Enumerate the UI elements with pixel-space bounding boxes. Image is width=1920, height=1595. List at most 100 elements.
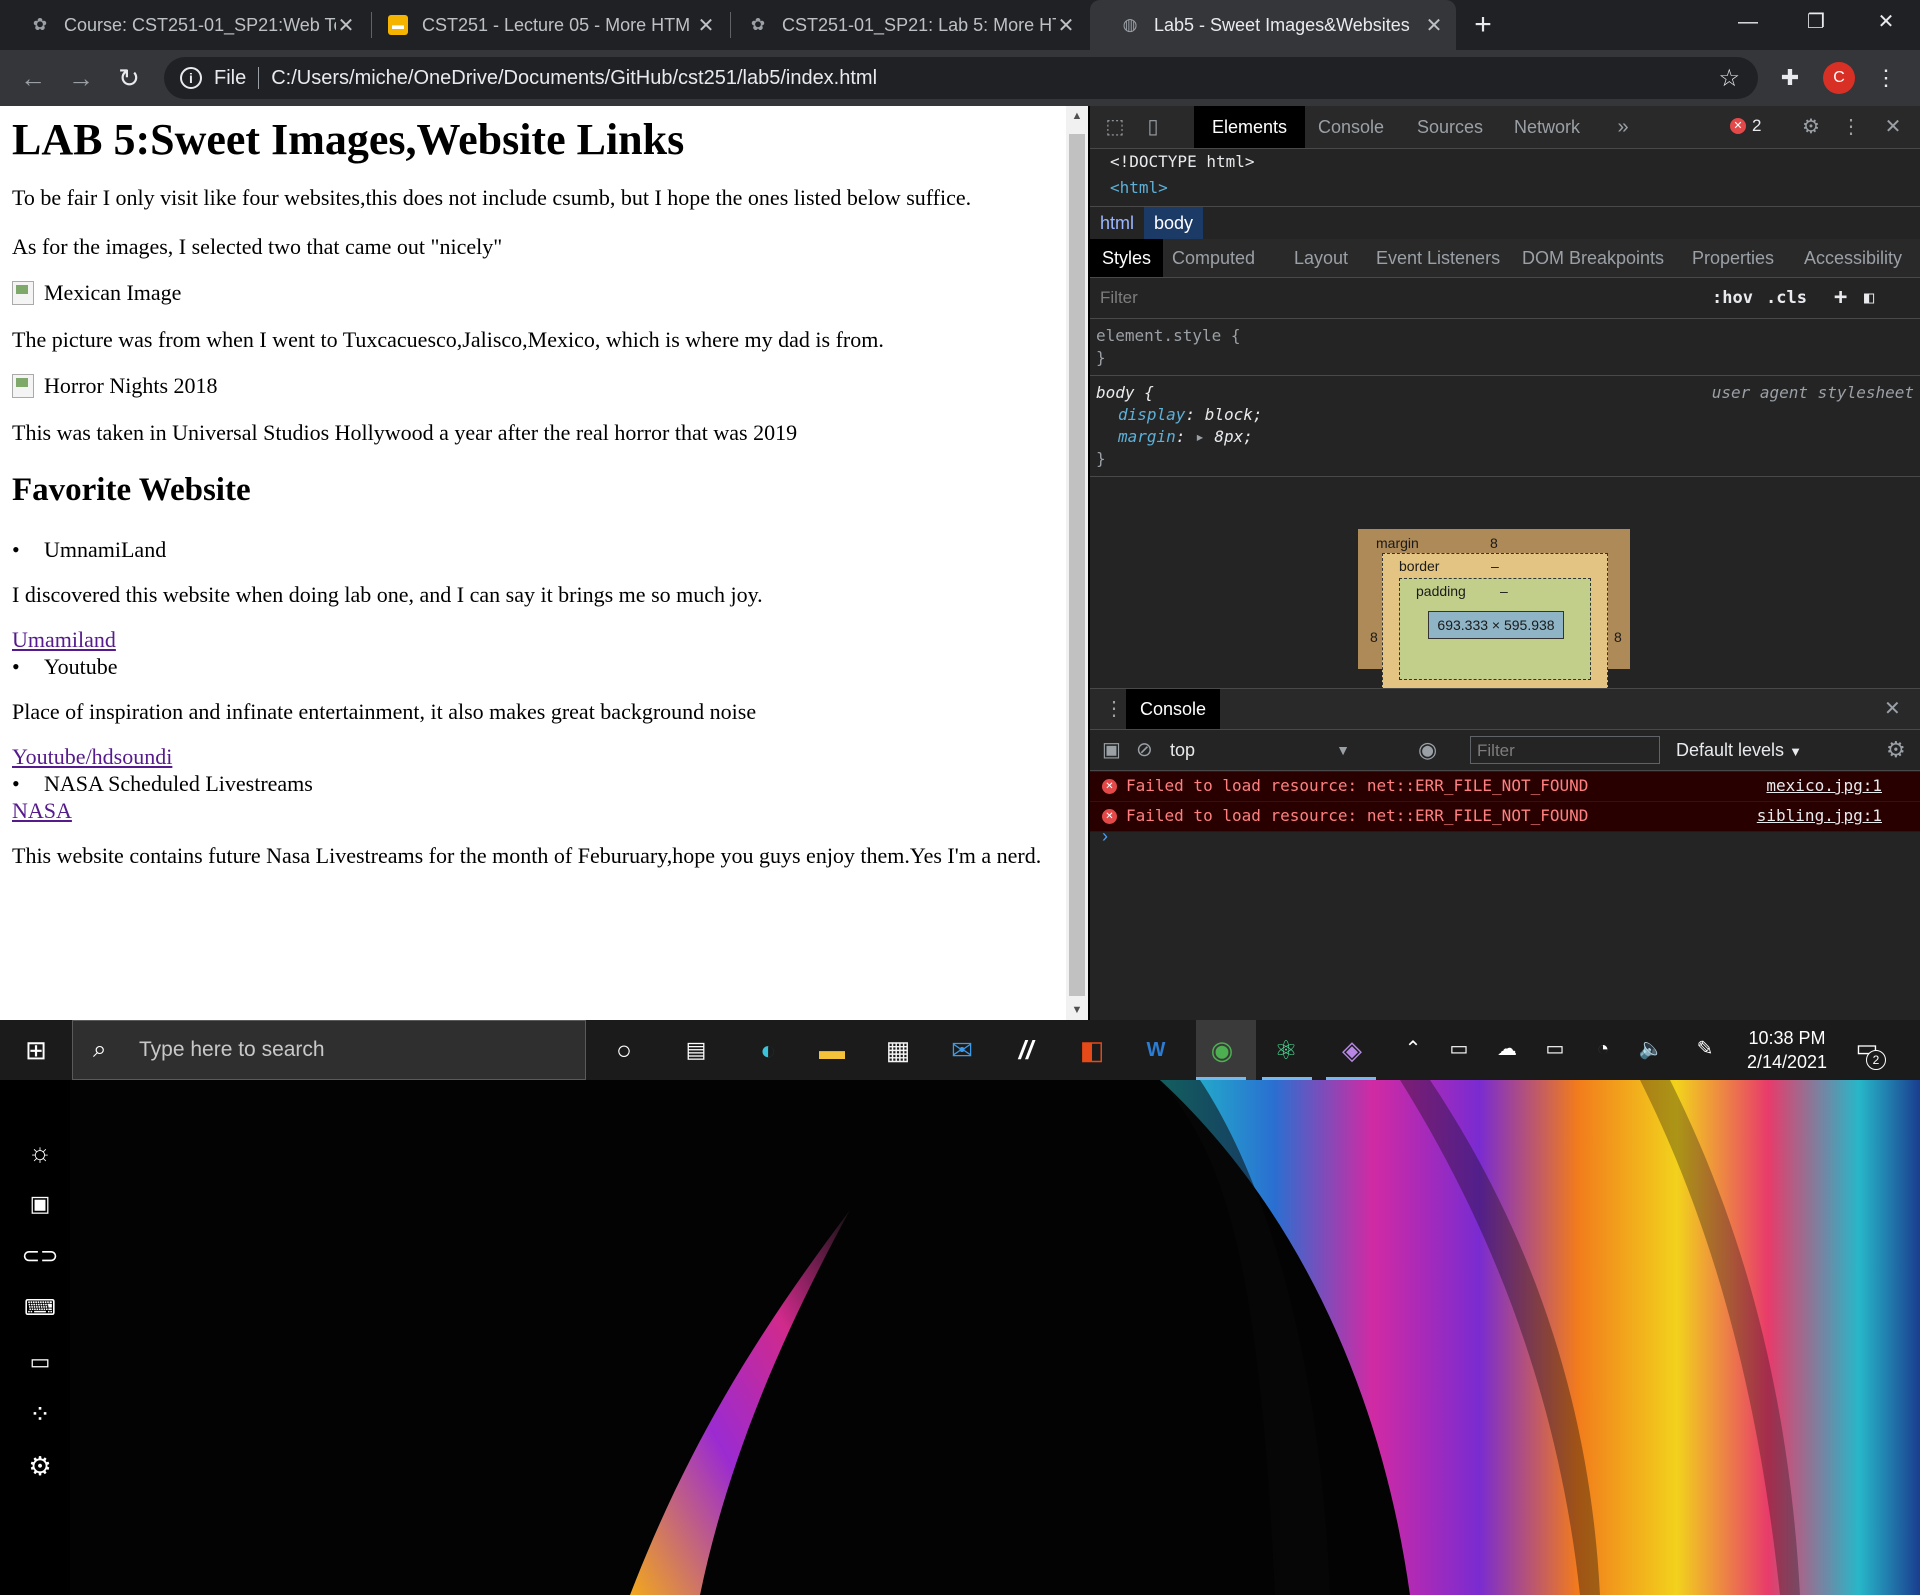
- office-icon[interactable]: ◧: [1072, 1030, 1112, 1070]
- wifi-icon[interactable]: ◔: [1588, 1034, 1618, 1064]
- dom-node-html[interactable]: <html>: [1090, 175, 1920, 201]
- task-view-icon[interactable]: ▤: [676, 1030, 716, 1070]
- drawer-menu-icon[interactable]: ⋮: [1104, 689, 1124, 729]
- tab-lab5-assignment[interactable]: ✿ CST251-01_SP21: Lab 5: More HT ✕: [718, 0, 1088, 50]
- taskbar-search-input[interactable]: ⌕ Type here to search: [72, 1020, 586, 1080]
- app-icon[interactable]: //: [1006, 1030, 1046, 1070]
- scroll-down-icon[interactable]: ▼: [1066, 1000, 1088, 1020]
- taskbar-clock[interactable]: 10:38 PM 2/14/2021: [1732, 1026, 1842, 1074]
- scrollbar-thumb[interactable]: [1069, 134, 1085, 996]
- device-toolbar-icon[interactable]: ▯: [1140, 114, 1166, 140]
- error-count-badge[interactable]: ✕ 2: [1730, 116, 1761, 136]
- close-tab-icon[interactable]: ✕: [696, 13, 716, 38]
- windows-start-icon[interactable]: ⊞: [16, 1030, 56, 1070]
- padding-value[interactable]: –: [1500, 583, 1508, 599]
- tab-sources[interactable]: Sources: [1417, 106, 1483, 148]
- tab-properties[interactable]: Properties: [1692, 239, 1774, 277]
- toggle-sidebar-icon[interactable]: ◧: [1864, 278, 1874, 318]
- styles-filter-input[interactable]: Filter: [1100, 278, 1138, 318]
- devtools-menu-icon[interactable]: ⋮: [1838, 114, 1864, 140]
- tab-lab5-page[interactable]: ◍ Lab5 - Sweet Images&Websites ✕: [1090, 0, 1456, 50]
- console-settings-gear-icon[interactable]: ⚙: [1886, 736, 1906, 764]
- volume-icon[interactable]: 🔈: [1636, 1034, 1666, 1064]
- tab-computed[interactable]: Computed: [1172, 239, 1255, 277]
- brightness-sun-icon[interactable]: ☼: [20, 1132, 60, 1172]
- close-tab-icon[interactable]: ✕: [336, 13, 356, 38]
- error-source-link[interactable]: mexico.jpg:1: [1766, 772, 1882, 800]
- edge-browser-icon[interactable]: ◐: [748, 1030, 788, 1070]
- more-tabs-chevron-icon[interactable]: »: [1610, 114, 1636, 140]
- close-devtools-icon[interactable]: ✕: [1880, 114, 1906, 140]
- close-window-icon[interactable]: ✕: [1852, 0, 1920, 44]
- scroll-up-icon[interactable]: ▲: [1066, 106, 1088, 126]
- back-arrow-icon[interactable]: ←: [16, 61, 50, 95]
- settings-gear-icon[interactable]: ⚙: [1798, 114, 1824, 140]
- minimize-icon[interactable]: —: [1714, 0, 1782, 44]
- site-link-youtube[interactable]: Youtube/hdsoundi: [12, 744, 172, 769]
- screenshot-icon[interactable]: ▣: [20, 1184, 60, 1224]
- file-explorer-icon[interactable]: ▬: [812, 1030, 852, 1070]
- apps-dots-icon[interactable]: ⁘: [20, 1394, 60, 1434]
- declaration-display[interactable]: display: block;: [1096, 404, 1914, 426]
- new-tab-plus-icon[interactable]: +: [1466, 8, 1500, 42]
- cortana-icon[interactable]: ○: [604, 1030, 644, 1070]
- meet-now-icon[interactable]: ▭: [1444, 1034, 1474, 1064]
- rule-selector[interactable]: body {: [1096, 383, 1154, 402]
- console-sidebar-icon[interactable]: ▣: [1102, 736, 1121, 764]
- tab-event-listeners[interactable]: Event Listeners: [1376, 239, 1500, 277]
- site-info-icon[interactable]: i: [180, 67, 202, 89]
- reload-icon[interactable]: ↻: [112, 61, 146, 95]
- close-tab-icon[interactable]: ✕: [1424, 13, 1444, 38]
- menu-kebab-icon[interactable]: ⋮: [1870, 62, 1902, 94]
- cls-button[interactable]: .cls: [1766, 278, 1807, 318]
- close-drawer-icon[interactable]: ✕: [1884, 689, 1901, 729]
- rule-selector[interactable]: element.style {: [1096, 325, 1914, 347]
- site-link-nasa[interactable]: NASA: [12, 798, 72, 823]
- word-icon[interactable]: W: [1136, 1030, 1176, 1070]
- tab-lecture[interactable]: ▬ CST251 - Lecture 05 - More HTM ✕: [358, 0, 728, 50]
- tab-course[interactable]: ✿ Course: CST251-01_SP21:Web To ✕: [0, 0, 368, 50]
- context-selector[interactable]: top ▼: [1170, 736, 1356, 764]
- content-size[interactable]: 693.333 × 595.938: [1428, 611, 1564, 639]
- console-filter-input[interactable]: Filter: [1470, 736, 1660, 764]
- tab-styles[interactable]: Styles: [1090, 239, 1164, 277]
- mail-icon[interactable]: ✉: [942, 1030, 982, 1070]
- laptop-icon[interactable]: ▭: [20, 1342, 60, 1382]
- page-scrollbar[interactable]: ▲ ▼: [1066, 106, 1088, 1020]
- new-rule-plus-icon[interactable]: +: [1834, 278, 1847, 318]
- settings-gear-icon[interactable]: ⚙: [20, 1446, 60, 1486]
- tray-chevron-up-icon[interactable]: ⌃: [1398, 1034, 1428, 1064]
- forward-arrow-icon[interactable]: →: [64, 61, 98, 95]
- atom-editor-icon[interactable]: ⚛: [1266, 1030, 1306, 1070]
- declaration-margin[interactable]: margin: ▸ 8px;: [1096, 426, 1914, 448]
- dom-node-doctype[interactable]: <!DOCTYPE html>: [1090, 149, 1920, 175]
- onedrive-cloud-icon[interactable]: ☁: [1492, 1034, 1522, 1064]
- tab-network[interactable]: Network: [1514, 106, 1580, 148]
- error-source-link[interactable]: sibling.jpg:1: [1757, 802, 1882, 830]
- border-value[interactable]: –: [1491, 558, 1499, 574]
- address-bar[interactable]: i File C:/Users/miche/OneDrive/Documents…: [164, 57, 1758, 99]
- url-text[interactable]: C:/Users/miche/OneDrive/Documents/GitHub…: [271, 67, 877, 90]
- microsoft-store-icon[interactable]: ▦: [878, 1030, 918, 1070]
- restore-icon[interactable]: ❐: [1782, 0, 1850, 44]
- bookmark-star-icon[interactable]: ☆: [1718, 64, 1740, 93]
- close-tab-icon[interactable]: ✕: [1056, 13, 1076, 38]
- margin-left-value[interactable]: 8: [1370, 629, 1378, 645]
- pen-workspace-icon[interactable]: ✎: [1690, 1034, 1720, 1064]
- breadcrumb-html[interactable]: html: [1090, 207, 1144, 239]
- link-icon[interactable]: ⊂⊃: [20, 1236, 60, 1276]
- site-link-umamiland[interactable]: Umamiland: [12, 627, 116, 652]
- chrome-icon[interactable]: ◉: [1202, 1030, 1242, 1070]
- keyboard-icon[interactable]: ⌨: [20, 1288, 60, 1328]
- margin-right-value[interactable]: 8: [1614, 629, 1622, 645]
- hov-button[interactable]: :hov: [1712, 278, 1753, 318]
- inspect-element-icon[interactable]: ⬚: [1102, 114, 1128, 140]
- clear-console-icon[interactable]: ⊘: [1136, 736, 1153, 764]
- extensions-puzzle-icon[interactable]: ✚: [1774, 62, 1806, 94]
- margin-top-value[interactable]: 8: [1490, 535, 1498, 551]
- tab-dom-breakpoints[interactable]: DOM Breakpoints: [1522, 239, 1664, 277]
- tab-layout[interactable]: Layout: [1294, 239, 1348, 277]
- profile-avatar[interactable]: C: [1823, 62, 1855, 94]
- battery-icon[interactable]: ▭: [1540, 1034, 1570, 1064]
- drawer-tab-console[interactable]: Console: [1126, 689, 1221, 729]
